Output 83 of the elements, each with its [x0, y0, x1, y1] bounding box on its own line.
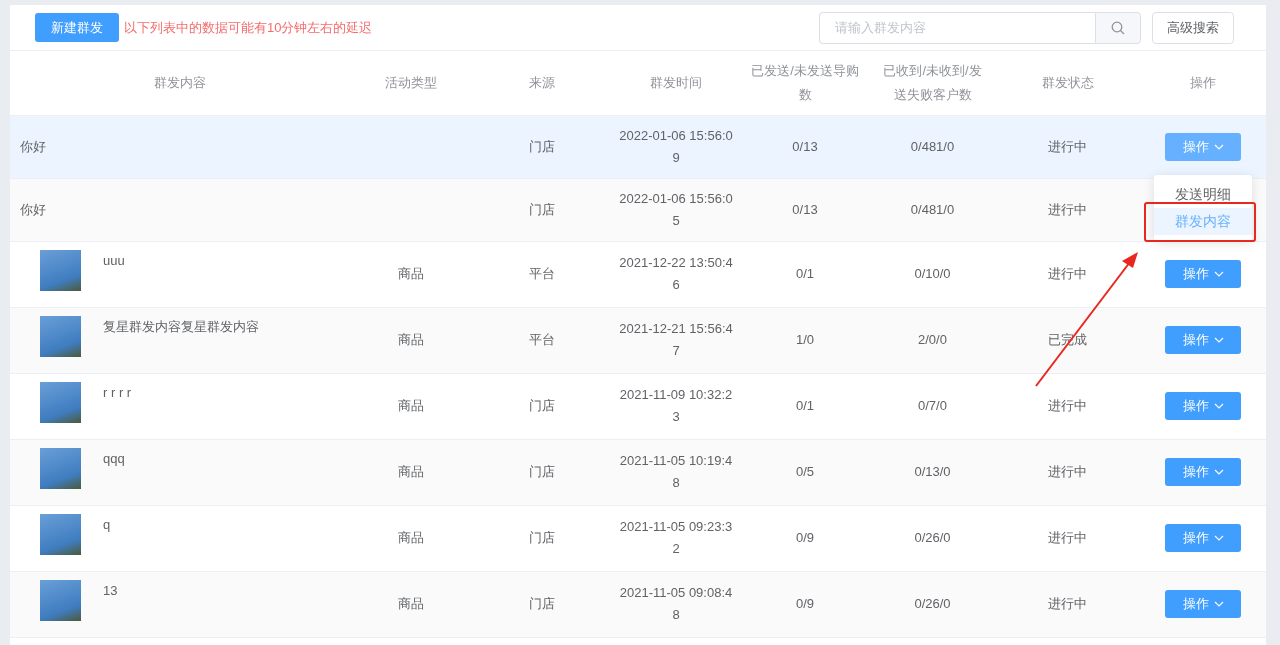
search-button[interactable] [1095, 11, 1141, 44]
table-cell: 1/0 [795, 332, 815, 347]
new-broadcast-button[interactable]: 新建群发 [35, 13, 119, 42]
chevron-down-icon [1213, 143, 1224, 150]
table-cell: 2022-01-06 15:56:09 [619, 127, 733, 165]
table-cell: 平台 [529, 266, 555, 281]
action-dropdown-button[interactable]: 操作 [1165, 524, 1241, 552]
action-dropdown-button[interactable]: 操作 [1165, 326, 1241, 354]
column-header: 群发状态 [1041, 73, 1094, 92]
column-header: 来源 [529, 73, 555, 92]
table-cell: 2021-12-21 15:56:47 [619, 321, 733, 358]
table-cell: 门店 [529, 201, 555, 217]
table-cell: 2021-11-05 09:08:48 [619, 585, 733, 622]
content-text: uuu [103, 251, 125, 270]
delay-notice: 以下列表中的数据可能有10分钟左右的延迟 [124, 18, 373, 37]
table-cell: 门店 [529, 398, 555, 413]
content-text: 你好 [20, 201, 46, 217]
search-field[interactable]: 请输入群发内容 [819, 11, 1095, 44]
column-header: 操作 [1190, 73, 1216, 92]
column-header: 已收到/未收到/发送失败客户数 [882, 61, 983, 104]
table-cell: 2021-11-05 10:19:48 [619, 453, 733, 490]
table-cell: 2/0/0 [918, 332, 947, 347]
menu-item[interactable]: 群发内容 [1154, 207, 1252, 235]
table-cell: 0/26/0 [914, 596, 951, 611]
menu-item[interactable]: 发送明细 [1154, 180, 1252, 208]
table-cell: 进行中 [1048, 266, 1087, 281]
table-cell: 0/7/0 [918, 398, 947, 413]
table-cell: 商品 [398, 530, 424, 545]
table-cell: 商品 [398, 266, 424, 281]
table-cell: 0/13 [792, 138, 818, 154]
table-cell: 进行中 [1048, 596, 1087, 611]
advanced-search-button[interactable]: 高级搜索 [1152, 11, 1234, 44]
column-header: 已发送/未发送导购数 [750, 61, 860, 104]
chevron-down-icon [1213, 469, 1224, 475]
column-header: 群发内容 [154, 73, 206, 92]
table-cell: 0/481/0 [910, 201, 955, 217]
table-cell: 商品 [398, 332, 424, 347]
table-cell: 平台 [529, 332, 555, 347]
action-dropdown-button[interactable]: 操作 [1165, 458, 1241, 486]
table-cell: 商品 [398, 596, 424, 611]
column-header: 活动类型 [385, 73, 437, 92]
table-cell: 门店 [529, 464, 555, 479]
table-cell: 0/1 [795, 398, 815, 413]
chevron-down-icon [1213, 403, 1224, 409]
column-header: 群发时间 [650, 73, 702, 92]
content-text: qqq [103, 449, 125, 468]
action-dropdown-button[interactable]: 操作 [1165, 132, 1241, 161]
chevron-down-icon [1213, 601, 1224, 607]
table-cell: 门店 [529, 596, 555, 611]
table-cell: 2022-01-06 15:56:05 [619, 190, 733, 228]
action-dropdown-button[interactable]: 操作 [1165, 392, 1241, 420]
chevron-down-icon [1213, 535, 1224, 541]
table-cell: 进行中 [1048, 138, 1087, 154]
table-cell: 门店 [529, 138, 555, 154]
action-dropdown-button[interactable]: 操作 [1165, 590, 1241, 618]
table-cell: 进行中 [1048, 398, 1087, 413]
table-cell: 商品 [398, 398, 424, 413]
table-cell: 门店 [529, 530, 555, 545]
table-cell: 商品 [398, 464, 424, 479]
action-dropdown-button[interactable]: 操作 [1165, 260, 1241, 288]
content-text: r r r r [103, 383, 132, 402]
table-cell: 0/5 [795, 464, 815, 479]
search-icon [1111, 20, 1125, 35]
content-text: 你好 [20, 138, 46, 154]
table-cell: 0/1 [795, 266, 815, 281]
chevron-down-icon [1213, 337, 1224, 343]
table-cell: 0/9 [795, 530, 815, 545]
table-cell: 2021-11-09 10:32:23 [619, 387, 733, 424]
content-text: 复星群发内容复星群发内容 [103, 317, 259, 336]
table-cell: 0/13/0 [914, 464, 951, 479]
table-cell: 0/10/0 [914, 266, 951, 281]
table-cell: 0/26/0 [914, 530, 951, 545]
table-cell: 进行中 [1048, 530, 1087, 545]
content-text: q [103, 515, 111, 534]
chevron-down-icon [1213, 271, 1224, 277]
table-cell: 2021-11-05 09:23:32 [619, 519, 733, 556]
table-cell: 0/481/0 [910, 138, 955, 154]
table-cell: 0/9 [795, 596, 815, 611]
table-cell: 进行中 [1048, 201, 1087, 217]
content-text: 13 [103, 581, 118, 600]
table-cell: 2021-12-22 13:50:46 [619, 255, 733, 292]
table-cell: 0/13 [792, 201, 818, 217]
table-cell: 进行中 [1048, 464, 1087, 479]
